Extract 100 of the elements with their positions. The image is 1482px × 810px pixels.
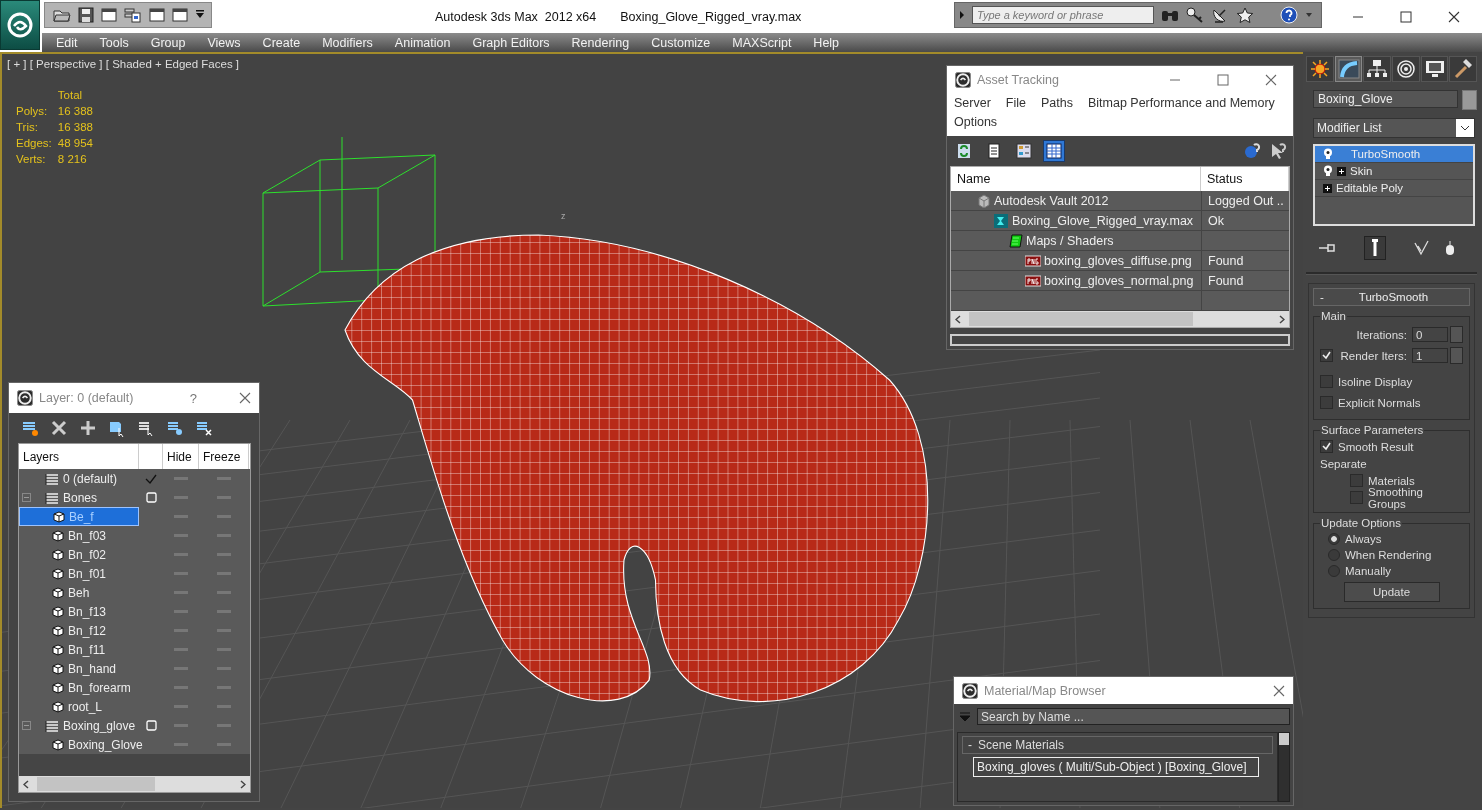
asset-name[interactable]: boxing_gloves_normal.png — [1044, 273, 1194, 288]
table-view-button[interactable] — [1043, 140, 1065, 162]
object-row[interactable]: Bn_hand — [19, 659, 139, 678]
iterations-field[interactable]: 0 — [1412, 327, 1448, 342]
menu-item[interactable]: MAXScript — [721, 35, 803, 50]
select-layer-icon[interactable] — [137, 419, 155, 437]
checkbox[interactable] — [1320, 375, 1333, 388]
horizontal-scrollbar[interactable] — [951, 311, 1289, 327]
expand-toggle[interactable] — [1323, 183, 1332, 193]
add-icon[interactable] — [79, 419, 97, 437]
material-item[interactable]: Boxing_gloves ( Multi/Sub-Object ) [Boxing_Glove] — [973, 757, 1259, 777]
thumbnails-view-button[interactable] — [1013, 140, 1035, 162]
radio-button[interactable] — [1328, 565, 1340, 577]
expand-toggle[interactable] — [1337, 166, 1346, 176]
checkbox[interactable] — [1320, 440, 1333, 453]
menu-item[interactable]: Graph Editors — [461, 35, 561, 50]
menu-item[interactable]: Help — [802, 35, 851, 50]
search-field[interactable]: Type a keyword or phrase — [972, 5, 1154, 24]
update-button[interactable]: Update — [1343, 582, 1440, 602]
new-layer-icon[interactable] — [21, 419, 39, 437]
delete-icon[interactable] — [50, 419, 68, 437]
radio-button[interactable] — [1328, 533, 1340, 545]
render-iters-field[interactable]: 1 — [1412, 348, 1448, 363]
asset-name[interactable]: Autodesk Vault 2012 — [994, 193, 1109, 208]
lightbulb-icon[interactable] — [1323, 165, 1333, 177]
vertical-scrollbar[interactable] — [1278, 732, 1290, 802]
scroll-left-icon[interactable] — [23, 779, 29, 789]
object-row[interactable]: Bn_f01 — [19, 564, 139, 583]
scroll-right-icon[interactable] — [1279, 314, 1285, 324]
close-icon[interactable] — [1273, 684, 1285, 697]
layer-name[interactable]: Bones — [63, 490, 98, 505]
maximize-icon[interactable] — [1217, 74, 1229, 86]
menu-item[interactable]: Options — [954, 113, 998, 132]
hide-layers-icon[interactable] — [195, 419, 213, 437]
menu-item[interactable]: Edit — [42, 35, 89, 50]
menu-item[interactable]: Paths — [1041, 94, 1073, 113]
close-icon[interactable] — [239, 392, 251, 404]
menu-item[interactable]: Customize — [640, 35, 722, 50]
menu-item[interactable]: Group — [139, 35, 197, 50]
active-layer-toggle[interactable] — [145, 492, 157, 503]
asset-name[interactable]: boxing_gloves_diffuse.png — [1044, 253, 1192, 268]
object-row[interactable]: Bn_f12 — [19, 621, 139, 640]
column-header[interactable]: Name — [951, 167, 1201, 191]
asset-name[interactable]: Boxing_Glove_Rigged_vray.max — [1012, 213, 1194, 228]
search-field[interactable]: Search by Name ... — [977, 708, 1290, 725]
menu-item[interactable]: Bitmap Performance and Memory — [1087, 94, 1275, 113]
group-header[interactable]: - Scene Materials — [962, 736, 1273, 754]
app-menu-button[interactable] — [0, 0, 40, 50]
collapse-toggle[interactable] — [22, 721, 31, 730]
layer-name[interactable]: 0 (default) — [63, 471, 118, 486]
menu-item[interactable]: Animation — [383, 35, 462, 50]
lightbulb-icon[interactable] — [1323, 148, 1333, 160]
star-icon[interactable] — [1236, 6, 1254, 23]
radio-button[interactable] — [1328, 549, 1340, 561]
modifier-item[interactable]: Editable Poly — [1315, 180, 1473, 197]
color-swatch[interactable] — [1462, 90, 1477, 110]
make-unique-icon[interactable] — [1414, 240, 1430, 256]
menu-item[interactable]: Modifiers — [311, 35, 384, 50]
highlight-layer-icon[interactable] — [166, 419, 184, 437]
window-icon[interactable] — [172, 6, 188, 23]
select-objects-icon[interactable] — [108, 419, 126, 437]
menu-item[interactable]: Views — [196, 35, 252, 50]
column-header[interactable]: Layers — [19, 444, 139, 469]
object-name-field[interactable]: Boxing_Glove — [1313, 90, 1458, 108]
menu-item[interactable]: Tools — [88, 35, 140, 50]
help-icon[interactable] — [1280, 5, 1298, 24]
object-row[interactable]: Beh — [19, 583, 139, 602]
project-folder-icon[interactable] — [124, 6, 142, 23]
help-button[interactable]: ? — [189, 390, 197, 406]
satellite-dish-icon[interactable] — [1211, 6, 1229, 23]
viewport-label[interactable]: [ + ] [ Perspective ] [ Shaded + Edged Faces ] — [7, 58, 240, 70]
window-icon[interactable] — [149, 6, 165, 23]
scroll-left-icon[interactable] — [955, 314, 961, 324]
checkbox[interactable] — [1320, 349, 1333, 362]
object-row[interactable]: Bn_f03 — [19, 526, 139, 545]
layer-name[interactable]: Boxing_glove — [63, 718, 136, 733]
window-icon[interactable] — [101, 6, 117, 23]
expand-arrow-icon[interactable] — [959, 9, 965, 20]
object-row[interactable]: Bn_f11 — [19, 640, 139, 659]
rollout-header[interactable]: - TurboSmooth — [1313, 288, 1470, 306]
column-header[interactable]: Hide — [163, 444, 199, 469]
help-cursor-icon[interactable] — [1269, 142, 1287, 160]
checkbox[interactable] — [1350, 474, 1363, 487]
modifier-item[interactable]: TurboSmooth — [1315, 146, 1473, 163]
scroll-right-icon[interactable] — [240, 779, 246, 789]
object-row[interactable]: Bn_f13 — [19, 602, 139, 621]
close-icon[interactable] — [1265, 74, 1277, 86]
key-icon[interactable] — [1186, 6, 1204, 23]
horizontal-scrollbar[interactable] — [19, 776, 250, 792]
checkmark-icon[interactable] — [145, 473, 157, 484]
column-header[interactable]: Freeze — [199, 444, 249, 469]
checkbox[interactable] — [1350, 491, 1363, 504]
modifier-list-dropdown[interactable]: Modifier List — [1313, 118, 1475, 138]
pin-stack-icon[interactable] — [1318, 241, 1336, 255]
menu-item[interactable]: Rendering — [560, 35, 641, 50]
show-end-result-icon[interactable] — [1371, 239, 1379, 257]
object-row[interactable]: Bn_f02 — [19, 545, 139, 564]
menu-item[interactable]: Server — [954, 94, 991, 113]
help-globe-icon[interactable] — [1243, 142, 1261, 160]
collapse-toggle[interactable] — [22, 493, 31, 502]
